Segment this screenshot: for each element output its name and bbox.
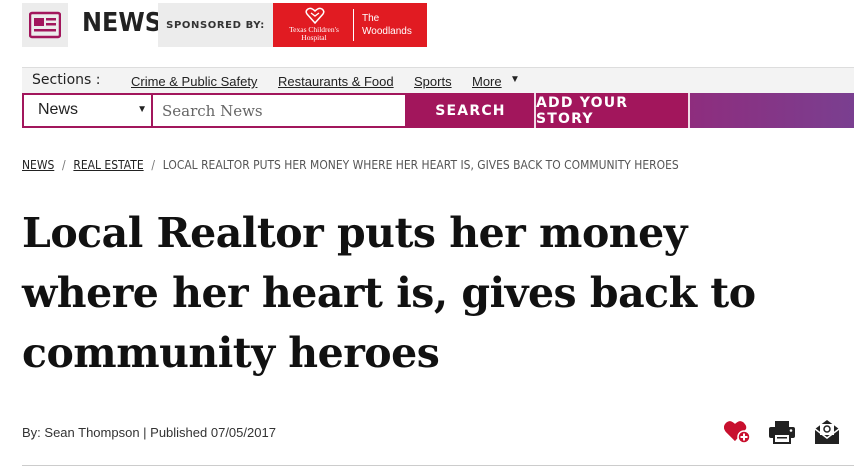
breadcrumb-real-estate[interactable]: REAL ESTATE [73, 157, 143, 172]
search-button[interactable]: SEARCH [407, 93, 534, 128]
section-link-sports[interactable]: Sports [414, 74, 452, 89]
hospital-heart-logo [305, 7, 325, 24]
caret-down-icon: ▼ [137, 104, 147, 115]
sponsor-name: Texas Children's Hospital [289, 25, 339, 42]
category-select[interactable]: News ▼ [24, 95, 151, 126]
print-icon[interactable] [767, 418, 797, 446]
article-byline: By: Sean Thompson | Published 07/05/2017 [22, 425, 276, 440]
category-select-value: News [38, 101, 79, 118]
sponsor-location-line1: The [362, 13, 380, 24]
search-bar: News ▼ SEARCH ADD YOUR STORY [22, 93, 854, 128]
sponsor-location: The Woodlands [362, 12, 412, 38]
sponsor-divider [353, 9, 354, 41]
section-link-restaurants[interactable]: Restaurants & Food [278, 74, 394, 89]
breadcrumb: NEWS / REAL ESTATE / LOCAL REALTOR PUTS … [22, 155, 679, 173]
breadcrumb-separator: / [151, 156, 156, 172]
email-icon[interactable] [812, 418, 842, 446]
search-bar-gradient [690, 93, 854, 128]
site-title[interactable]: NEWS [82, 8, 162, 38]
breadcrumb-separator: / [62, 156, 66, 172]
sponsored-by-label: SPONSORED BY: [158, 3, 273, 47]
favorite-heart-icon[interactable] [722, 418, 752, 446]
section-link-crime[interactable]: Crime & Public Safety [131, 74, 257, 89]
search-input[interactable] [153, 95, 405, 126]
sections-label: Sections : [32, 72, 101, 88]
section-link-more[interactable]: More [472, 74, 502, 89]
add-your-story-button[interactable]: ADD YOUR STORY [536, 93, 688, 128]
chevron-down-icon[interactable]: ▼ [510, 74, 520, 85]
sponsor-location-line2: Woodlands [362, 26, 412, 37]
site-header: NEWS SPONSORED BY: Texas Children's Hosp… [0, 0, 854, 50]
breadcrumb-current: LOCAL REALTOR PUTS HER MONEY WHERE HER H… [162, 156, 679, 172]
sections-nav: Sections : Crime & Public Safety Restaur… [22, 67, 854, 93]
newspaper-icon[interactable] [22, 3, 68, 47]
article-headline: Local Realtor puts her money where her h… [22, 209, 756, 377]
sponsor-logo[interactable]: Texas Children's Hospital The Woodlands [273, 3, 427, 47]
breadcrumb-news[interactable]: NEWS [22, 157, 54, 172]
content-divider [22, 465, 854, 466]
